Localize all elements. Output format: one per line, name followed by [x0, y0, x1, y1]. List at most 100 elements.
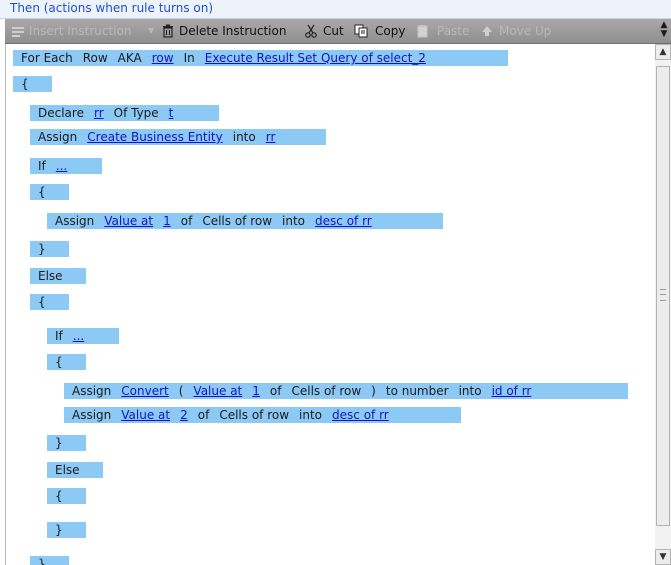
instruction-toolbar: Insert Instruction ▼ Delete Instruction …	[5, 19, 671, 44]
instruction-link[interactable]: desc of rr	[332, 408, 389, 422]
instruction-keyword: Row	[82, 51, 108, 65]
instruction-row[interactable]: If...	[47, 328, 119, 344]
instruction-row[interactable]: {	[47, 488, 86, 504]
instruction-link[interactable]: t	[169, 106, 174, 120]
instruction-keyword: {	[38, 295, 46, 309]
instruction-keyword: Assign	[55, 214, 95, 228]
instruction-row[interactable]: {	[13, 76, 52, 92]
instruction-row[interactable]: Assign Value at 2 of Cells of row into desc of…	[64, 407, 461, 423]
trash-icon	[163, 24, 173, 38]
instruction-keyword: of	[197, 408, 210, 422]
delete-instruction-label: Delete Instruction	[179, 24, 287, 38]
cut-label: Cut	[323, 24, 344, 38]
instruction-keyword: of	[180, 214, 193, 228]
instruction-keyword: )	[371, 384, 376, 398]
copy-button[interactable]: Copy	[354, 23, 410, 39]
instruction-keyword: Else	[38, 269, 63, 283]
scroll-up-arrow-icon[interactable]: ▲	[655, 44, 671, 60]
instruction-row[interactable]: Else	[30, 268, 86, 284]
section-title: Then (actions when rule turns on)	[10, 1, 214, 15]
instruction-link[interactable]: row	[152, 51, 174, 65]
instruction-keyword: {	[21, 77, 29, 91]
instruction-row[interactable]: Assign Create Business Entity into rr	[30, 129, 326, 145]
instruction-link[interactable]: ...	[56, 159, 67, 173]
instruction-row[interactable]: {	[30, 294, 69, 310]
vertical-scrollbar[interactable]: ▲ ▼	[655, 44, 671, 565]
instruction-keyword: Cells of row	[291, 384, 362, 398]
arrow-up-icon	[482, 26, 492, 36]
instruction-row[interactable]: }	[47, 522, 86, 538]
instruction-keyword: Assign	[72, 384, 112, 398]
paste-icon	[417, 25, 428, 38]
scroll-grip-icon	[660, 289, 666, 301]
instruction-row[interactable]: }	[30, 556, 69, 565]
delete-instruction-button[interactable]: Delete Instruction	[161, 23, 299, 39]
instruction-list: For Each Row AKA row In Execute Result Set Qu…	[6, 44, 656, 565]
copy-label: Copy	[375, 24, 406, 38]
instruction-link[interactable]: Create Business Entity	[87, 130, 222, 144]
section-header: Then (actions when rule turns on)	[0, 0, 671, 19]
instruction-keyword: into	[299, 408, 323, 422]
instruction-link[interactable]: 2	[180, 408, 188, 422]
instruction-row[interactable]: Else	[47, 462, 103, 478]
insert-instruction-button[interactable]: Insert Instruction ▼	[11, 23, 157, 39]
instruction-keyword: Declare	[38, 106, 84, 120]
paste-button[interactable]: Paste	[416, 23, 472, 39]
instruction-row[interactable]: {	[47, 354, 86, 370]
instruction-row[interactable]: Assign Value at 1 of Cells of row into desc of…	[47, 213, 443, 229]
instruction-link[interactable]: 1	[163, 214, 171, 228]
instruction-keyword: (	[178, 384, 184, 398]
insert-dropdown-arrow-icon[interactable]: ▼	[148, 26, 154, 35]
instruction-link[interactable]: rr	[94, 106, 104, 120]
instruction-keyword: Assign	[38, 130, 78, 144]
instruction-link[interactable]: Value at	[104, 214, 153, 228]
instruction-keyword: {	[55, 489, 63, 503]
instruction-keyword: Of Type	[113, 106, 159, 120]
scroll-thumb[interactable]	[656, 66, 670, 526]
instruction-keyword: }	[55, 523, 63, 537]
instruction-keyword: into	[458, 384, 482, 398]
instruction-row[interactable]: }	[30, 241, 69, 257]
instruction-link[interactable]: Execute Result Set Query of select_2	[205, 51, 426, 65]
instruction-keyword: to number	[385, 384, 449, 398]
cut-button[interactable]: Cut	[304, 23, 348, 39]
instruction-link[interactable]: rr	[266, 130, 276, 144]
instruction-row[interactable]: Declare rr Of Type t	[30, 105, 219, 121]
instruction-link[interactable]: id of rr	[492, 384, 532, 398]
instruction-row[interactable]: {	[30, 184, 69, 200]
instruction-row[interactable]: }	[47, 435, 86, 451]
instruction-keyword: into	[282, 214, 306, 228]
instruction-link[interactable]: ...	[73, 329, 84, 343]
instruction-keyword: }	[38, 242, 46, 256]
instruction-link[interactable]: Value at	[121, 408, 170, 422]
instruction-keyword: If	[55, 329, 63, 343]
instruction-keyword: Else	[55, 463, 80, 477]
toolbar-overflow-icon[interactable]: ▲ ▼	[658, 21, 670, 42]
instruction-row[interactable]: For Each Row AKA row In Execute Result Set Qu…	[13, 50, 508, 66]
instruction-link[interactable]: desc of rr	[315, 214, 372, 228]
insert-instruction-label: Insert Instruction	[29, 24, 132, 38]
scissors-icon	[305, 24, 317, 38]
instruction-row[interactable]: If...	[30, 158, 102, 174]
instruction-keyword: For Each	[21, 51, 73, 65]
instruction-keyword: }	[55, 436, 63, 450]
instruction-keyword: Cells of row	[219, 408, 290, 422]
instruction-editor: For Each Row AKA row In Execute Result Set Qu…	[5, 44, 656, 565]
scroll-down-arrow-icon[interactable]: ▼	[655, 549, 671, 565]
instruction-keyword: If	[38, 159, 46, 173]
instruction-link[interactable]: Convert	[121, 384, 168, 398]
instruction-keyword: of	[269, 384, 282, 398]
instruction-keyword: Assign	[72, 408, 112, 422]
instruction-link[interactable]: Value at	[193, 384, 242, 398]
instruction-keyword: AKA	[117, 51, 142, 65]
move-up-button[interactable]: Move Up	[480, 23, 560, 39]
instruction-keyword: }	[38, 557, 46, 565]
move-up-label: Move Up	[499, 24, 552, 38]
insert-icon	[12, 27, 24, 37]
paste-label: Paste	[437, 24, 470, 38]
instruction-keyword: into	[232, 130, 256, 144]
instruction-keyword: {	[55, 355, 63, 369]
instruction-row[interactable]: Assign Convert ( Value at 1 of Cells of row) to…	[64, 383, 628, 399]
instruction-link[interactable]: 1	[252, 384, 260, 398]
instruction-keyword: In	[183, 51, 195, 65]
